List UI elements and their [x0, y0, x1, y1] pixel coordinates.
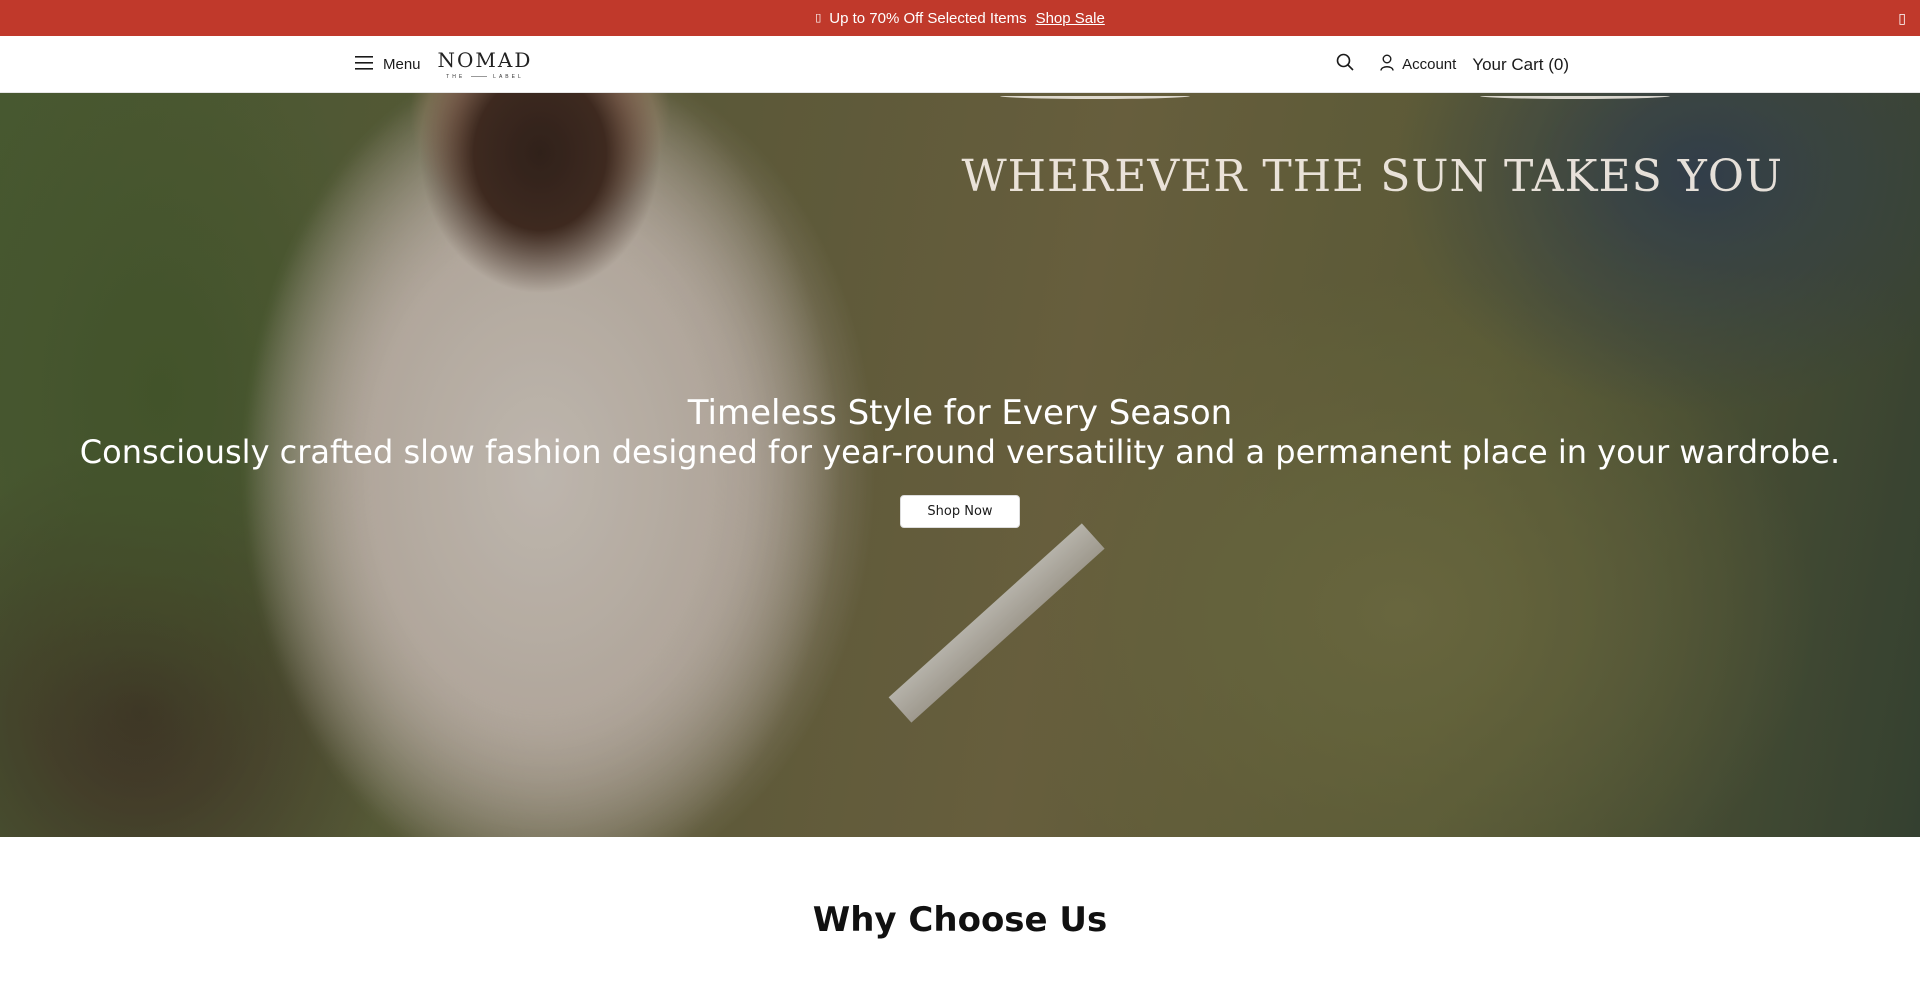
- tag-icon: ▯: [815, 11, 822, 24]
- menu-button[interactable]: Menu: [355, 55, 421, 74]
- header-left: Menu NOMAD THE LABEL: [355, 36, 532, 93]
- close-icon[interactable]: ▯: [1898, 0, 1906, 36]
- account-button[interactable]: Account: [1380, 54, 1456, 75]
- logo-wordmark: NOMAD: [437, 47, 533, 72]
- account-label: Account: [1402, 56, 1457, 73]
- search-icon: [1336, 53, 1354, 76]
- why-choose-us-heading: Why Choose Us: [812, 900, 1108, 940]
- logo-sub-right: LABEL: [493, 73, 524, 80]
- brand-logo[interactable]: NOMAD THE LABEL: [438, 50, 533, 80]
- announcement-bar: ▯ Up to 70% Off Selected Items Shop Sale…: [0, 0, 1920, 36]
- shop-now-button[interactable]: Shop Now: [900, 495, 1020, 528]
- shop-sale-link[interactable]: Shop Sale: [1036, 10, 1105, 27]
- hero-title: Timeless Style for Every Season: [687, 393, 1233, 433]
- cart-button[interactable]: Your Cart (0): [1472, 55, 1569, 75]
- hero-subtitle: Consciously crafted slow fashion designe…: [79, 433, 1841, 471]
- hero-copy: Timeless Style for Every Season Consciou…: [0, 393, 1920, 528]
- tagline-swoosh-left: [1000, 93, 1190, 99]
- user-icon: [1380, 54, 1394, 75]
- hero-banner: WHEREVER THE SUN TAKES YOU Timeless Styl…: [0, 93, 1920, 837]
- header-right: Account Your Cart (0): [1336, 36, 1569, 93]
- logo-subtitle: THE LABEL: [446, 74, 524, 80]
- hamburger-icon: [355, 55, 373, 74]
- logo-sub-left: THE: [446, 73, 466, 80]
- site-header: Menu NOMAD THE LABEL Account Your Cart (…: [0, 36, 1920, 93]
- search-button[interactable]: [1336, 53, 1354, 76]
- hero-tagline: WHEREVER THE SUN TAKES YOU: [961, 151, 1783, 202]
- tagline-swoosh-right: [1480, 93, 1670, 99]
- logo-divider: [471, 76, 488, 77]
- menu-label: Menu: [383, 56, 421, 73]
- announcement-text: Up to 70% Off Selected Items: [829, 9, 1027, 27]
- announcement-message: ▯ Up to 70% Off Selected Items Shop Sale: [815, 10, 1105, 27]
